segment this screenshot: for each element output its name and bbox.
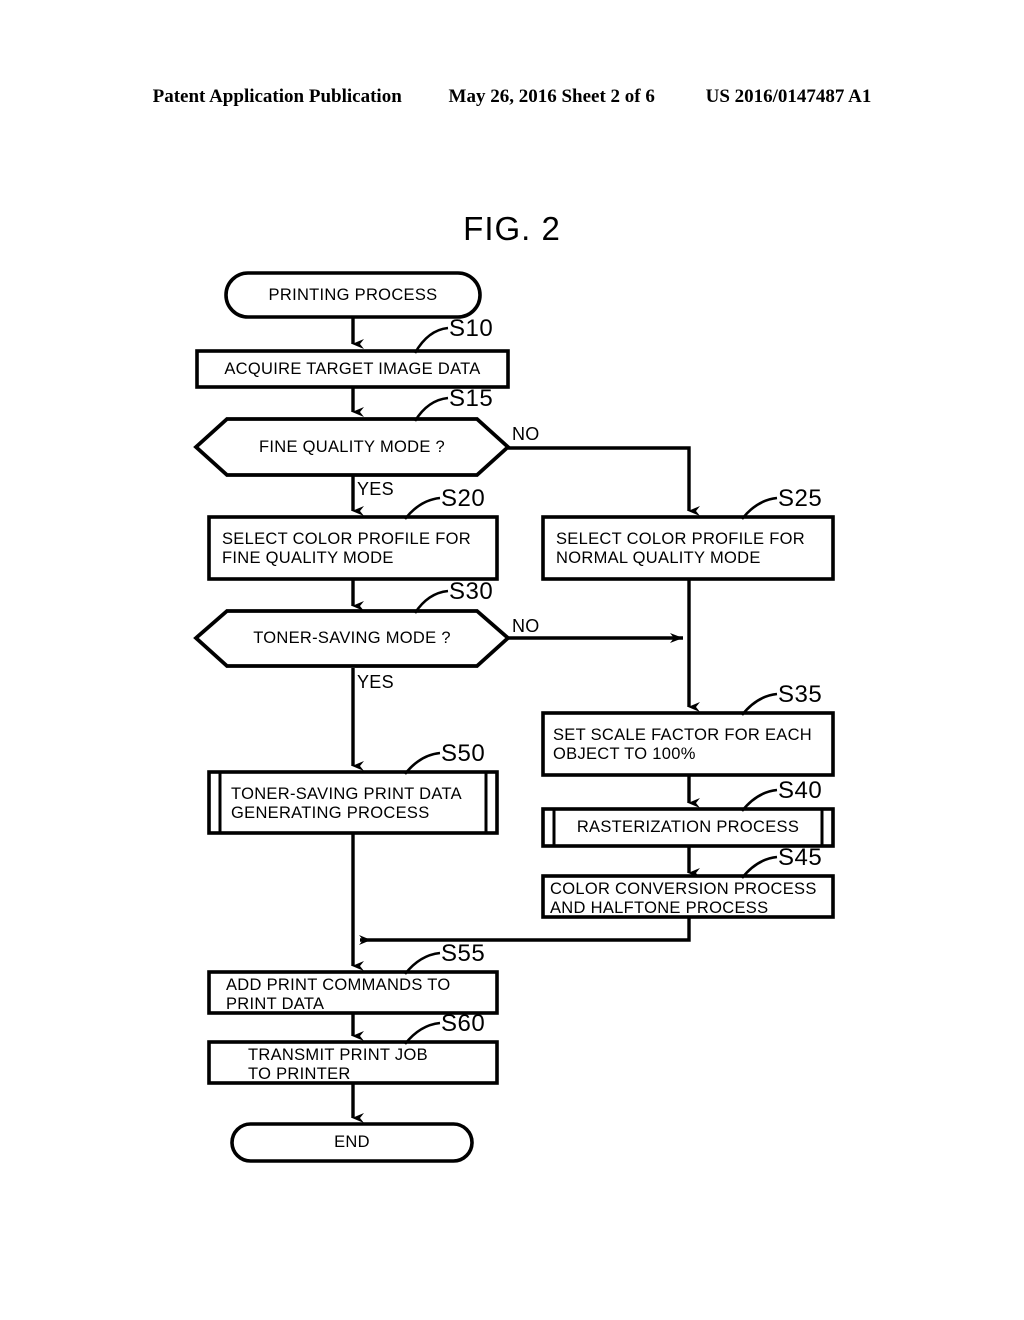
step-label-s60: S60 (441, 1010, 486, 1037)
step-label-s25: S25 (778, 485, 823, 512)
step-label-s40: S40 (778, 777, 823, 804)
step-label-s45: S45 (778, 844, 823, 871)
flowchart-svg (193, 271, 835, 1163)
branch-label-s30-yes: YES (357, 672, 394, 692)
step-label-s10: S10 (449, 315, 494, 342)
node-end-shape (230, 1122, 474, 1163)
branch-label-s15-no: NO (512, 424, 540, 444)
node-s10-shape (195, 349, 510, 389)
branch-label-s30-no: NO (512, 616, 540, 636)
flowchart-diagram: PRINTING PROCESS ACQUIRE TARGET IMAGE DA… (0, 0, 1024, 1320)
step-label-s20: S20 (441, 485, 486, 512)
node-s45-shape (541, 874, 835, 919)
step-label-s55: S55 (441, 940, 486, 967)
node-s60-shape (207, 1040, 499, 1085)
step-label-s50: S50 (441, 740, 486, 767)
step-label-s15: S15 (449, 385, 494, 412)
node-s50-shape (207, 770, 499, 835)
step-label-s30: S30 (449, 578, 494, 605)
edge-s15-no-to-s25 (508, 446, 700, 516)
node-start-shape (224, 271, 482, 319)
branch-label-s15-yes: YES (357, 479, 394, 499)
node-s20-shape (207, 515, 499, 581)
node-s40-shape (541, 807, 835, 848)
step-label-s35: S35 (778, 681, 823, 708)
node-s55-shape (207, 970, 499, 1015)
node-s35-shape (541, 711, 835, 777)
node-s25-shape (541, 515, 835, 581)
node-s30-shape (193, 609, 511, 668)
edge-s45-to-merge (359, 916, 691, 945)
node-s15-shape (193, 417, 511, 477)
